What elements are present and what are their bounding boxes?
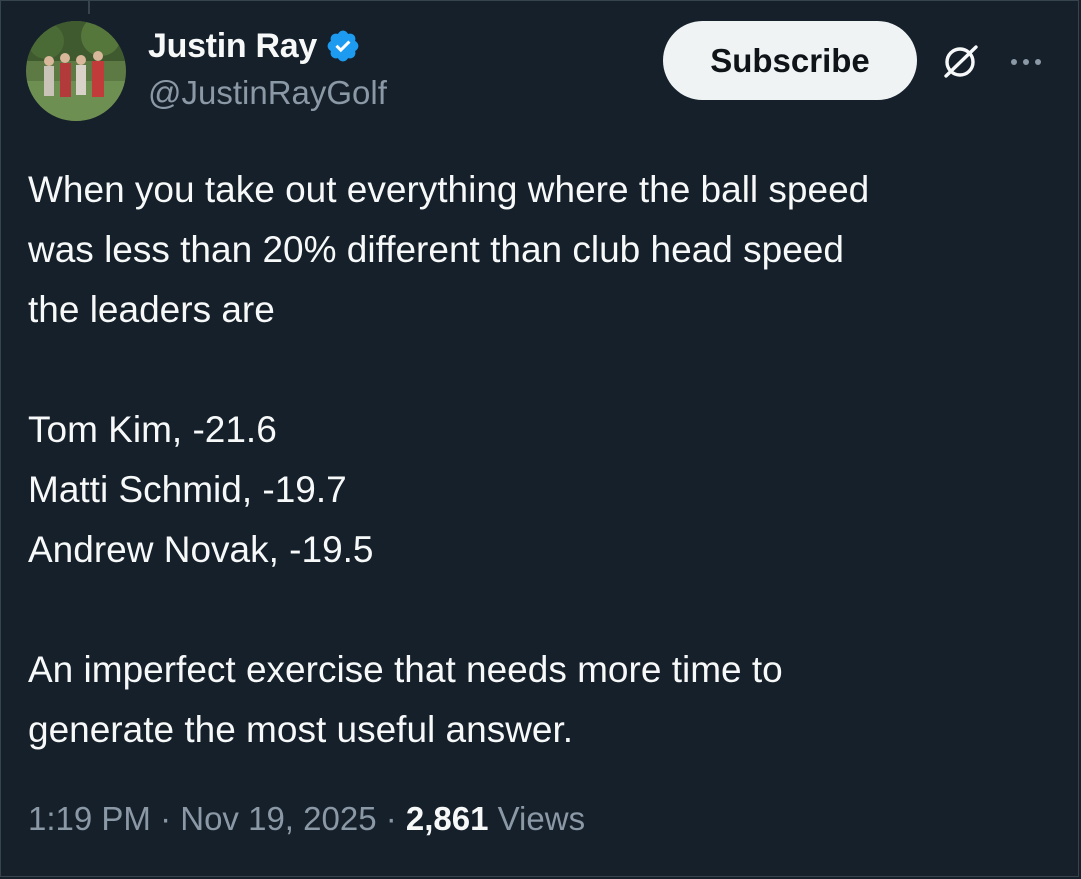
post-date[interactable]: Nov 19, 2025 bbox=[180, 800, 376, 837]
meta-separator: · bbox=[150, 800, 181, 837]
tweet-line: generate the most useful answer. bbox=[28, 709, 574, 750]
views-label: Views bbox=[497, 800, 586, 837]
tweet-line: was less than 20% different than club he… bbox=[28, 229, 844, 270]
more-horizontal-icon[interactable] bbox=[1008, 52, 1048, 72]
leader-line: Matti Schmid, -19.7 bbox=[28, 469, 347, 510]
leader-line: Andrew Novak, -19.5 bbox=[28, 529, 374, 570]
thread-connector-line bbox=[88, 0, 90, 14]
author-display-name[interactable]: Justin Ray bbox=[148, 27, 317, 66]
author-handle[interactable]: @JustinRayGolf bbox=[148, 74, 387, 112]
verified-badge-icon bbox=[327, 30, 359, 62]
tweet-text: When you take out everything where the b… bbox=[28, 160, 1058, 760]
post-time[interactable]: 1:19 PM bbox=[28, 800, 151, 837]
tweet-line: When you take out everything where the b… bbox=[28, 169, 870, 210]
grok-icon[interactable] bbox=[940, 42, 980, 82]
views-count[interactable]: 2,861 bbox=[406, 800, 489, 837]
tweet-line: the leaders are bbox=[28, 289, 275, 330]
meta-separator: · bbox=[376, 800, 406, 837]
leader-line: Tom Kim, -21.6 bbox=[28, 409, 277, 450]
subscribe-button[interactable]: Subscribe bbox=[663, 21, 917, 100]
tweet-metadata: 1:19 PM · Nov 19, 2025 · 2,861 Views bbox=[28, 800, 585, 838]
avatar[interactable] bbox=[26, 21, 126, 121]
author-name-row[interactable]: Justin Ray bbox=[148, 26, 361, 66]
tweet-line: An imperfect exercise that needs more ti… bbox=[28, 649, 783, 690]
